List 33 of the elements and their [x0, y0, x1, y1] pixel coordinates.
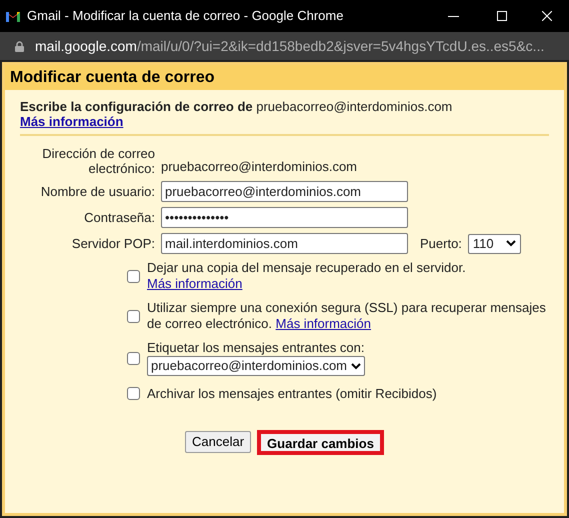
- port-label: Puerto:: [420, 234, 462, 253]
- field-label: Dirección de correo electrónico:: [42, 146, 155, 176]
- checkbox[interactable]: [127, 310, 140, 322]
- checkbox[interactable]: [127, 352, 140, 364]
- option-label: Archivar los mensajes entrantes (omitir Recibidos): [147, 385, 437, 403]
- cancel-button[interactable]: Cancelar: [185, 431, 252, 453]
- field-label: Servidor POP:: [72, 236, 155, 251]
- field-label: Contraseña:: [84, 210, 155, 225]
- checkbox[interactable]: [127, 387, 140, 400]
- close-icon[interactable]: [542, 11, 552, 21]
- mail-logo-icon: [6, 10, 20, 22]
- option-label: Utilizar siempre una conexión segura (SSL) para recuperar mensajes de correo electrónico. Más información: [147, 300, 547, 332]
- checkbox[interactable]: [127, 270, 140, 282]
- more-info-link[interactable]: Más información: [20, 114, 124, 129]
- field-value: pruebacorreo@interdominios.com: [161, 158, 358, 176]
- lock-icon: [15, 40, 24, 52]
- input-field[interactable]: pruebacorreo@interdominios.com: [161, 181, 408, 202]
- port-select[interactable]: 110: [468, 234, 521, 254]
- intro-text: Escribe la configuración de correo de pruebacorreo@interdominios.com: [20, 99, 454, 114]
- option-label: Dejar una copia del mensaje recuperado en el servidor.: [147, 260, 466, 276]
- more-info-link[interactable]: Más información: [276, 316, 372, 331]
- label-select[interactable]: pruebacorreo@interdominios.com: [147, 356, 366, 376]
- chevron-down-icon: [506, 240, 516, 247]
- maximize-icon[interactable]: [497, 11, 507, 21]
- input-field[interactable]: mail.interdominios.com: [161, 233, 408, 254]
- field-label: Nombre de usuario:: [40, 184, 155, 199]
- window-title: Gmail - Modificar la cuenta de correo - Google Chrome: [27, 7, 344, 26]
- option-label: Etiquetar los mensajes entrantes con:: [147, 340, 366, 356]
- more-info-link[interactable]: Más información: [147, 276, 242, 292]
- input-field[interactable]: ••••••••••••••: [161, 207, 408, 228]
- save-button[interactable]: Guardar cambios: [257, 430, 384, 454]
- chevron-down-icon: [351, 362, 362, 370]
- dialog-title: Modificar cuenta de correo: [10, 68, 214, 88]
